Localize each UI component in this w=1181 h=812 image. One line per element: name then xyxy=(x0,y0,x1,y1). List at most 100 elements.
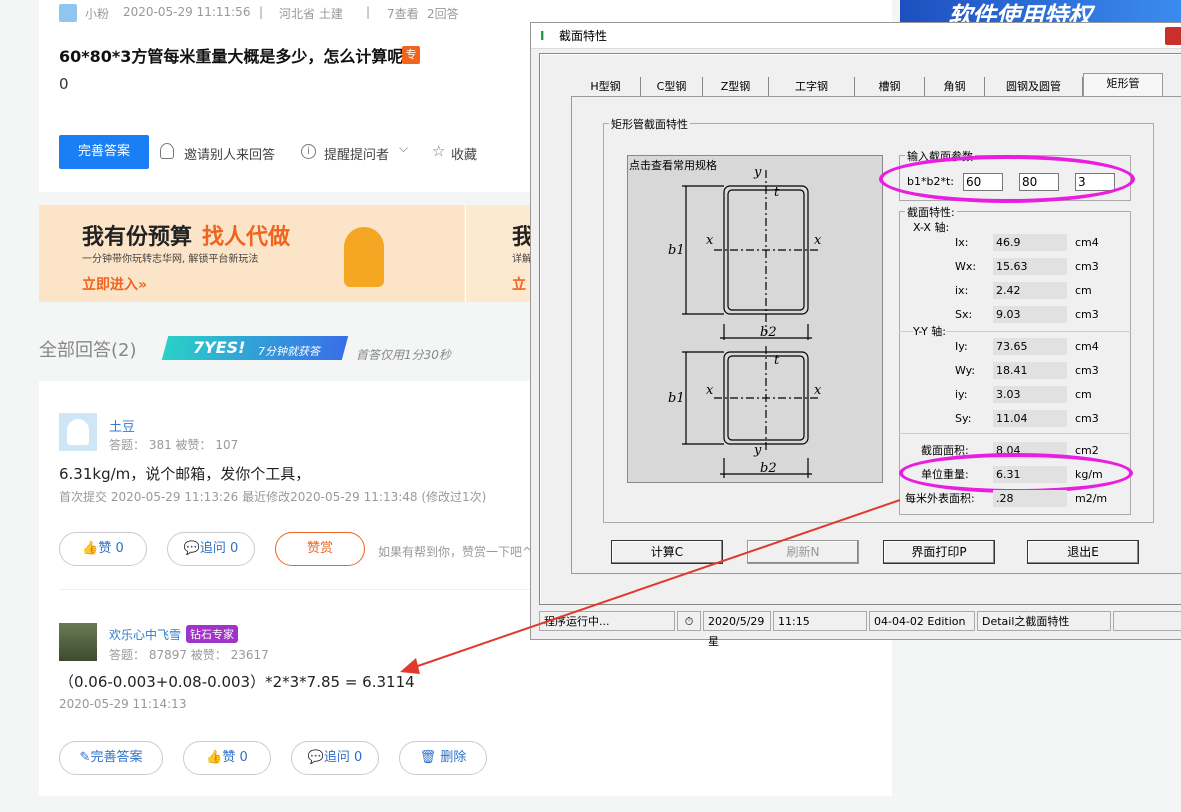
avatar xyxy=(59,623,97,661)
x-prop-value: 46.9 xyxy=(993,234,1067,251)
close-button[interactable] xyxy=(1165,27,1181,45)
x-prop-value: 15.63 xyxy=(993,258,1067,275)
x-prop-label: Ix: xyxy=(955,236,969,249)
banner2-sub: 详解 xyxy=(512,254,532,265)
reward-hint: 如果有帮到你，赞赏一下吧^ xyxy=(378,545,533,559)
y-prop-value: 18.41 xyxy=(993,362,1067,379)
tab-c-steel[interactable]: C型钢 xyxy=(641,77,703,97)
answer-date: 2020-05-29 11:14:13 xyxy=(59,697,187,711)
axis-y-label: y xyxy=(753,443,762,458)
status-time: 11:15 xyxy=(773,611,867,631)
dim-b2-label: b2 xyxy=(760,325,777,340)
edit-icon: ✎ xyxy=(79,750,91,765)
x-prop-value: 2.42 xyxy=(993,282,1067,299)
question-location: 河北省 土建 xyxy=(279,7,343,21)
divider xyxy=(899,433,1131,434)
y-prop-label: Sy: xyxy=(955,412,972,425)
highlight-ellipse xyxy=(879,155,1135,203)
remind-link[interactable]: 提醒提问者 xyxy=(324,144,389,163)
avatar xyxy=(59,4,77,22)
like-button[interactable]: 👍赞 0 xyxy=(59,532,147,566)
question-tag: 专 xyxy=(402,46,420,64)
answerer-name[interactable]: 欢乐心中飞雪 xyxy=(109,626,181,643)
question-views: 7查看 xyxy=(387,7,419,21)
answer-text: 6.31kg/m，说个邮箱，发你个工具， xyxy=(59,465,311,483)
info-icon: i xyxy=(301,144,316,159)
highlight-ellipse xyxy=(899,453,1133,493)
answerer-name[interactable]: 土豆 xyxy=(109,416,135,435)
collect-link[interactable]: 收藏 xyxy=(451,144,477,163)
banner-title-a: 我有份预算 xyxy=(82,225,193,250)
rect-tube-drawing: y x x b1 b2 t x x b1 y b2 t xyxy=(668,165,822,478)
refresh-button[interactable]: 刷新N xyxy=(747,540,859,564)
tab-i-beam[interactable]: 工字钢 xyxy=(769,77,855,97)
dim-t-label: t xyxy=(774,353,780,368)
dialog-titlebar: I 截面特性 xyxy=(531,23,1181,49)
answerer-stats: 答题： 381 被赞： 107 xyxy=(109,438,239,452)
divider: | xyxy=(366,5,371,19)
answers-title: 全部回答(2) xyxy=(39,340,137,361)
invite-link[interactable]: 邀请别人来回答 xyxy=(184,144,275,163)
follow-up-button[interactable]: 💬追问 0 xyxy=(167,532,255,566)
print-button[interactable]: 界面打印P xyxy=(883,540,995,564)
y-prop-unit: cm3 xyxy=(1075,412,1099,425)
axis-y-label: y xyxy=(753,165,762,180)
tab-angle[interactable]: 角钢 xyxy=(925,77,985,97)
delete-button[interactable]: 🗑 删除 xyxy=(399,741,487,775)
tab-h-steel[interactable]: H型钢 xyxy=(571,77,641,97)
improve-answer-button[interactable]: ✎完善答案 xyxy=(59,741,163,775)
xx-axis-label: X-X 轴: xyxy=(913,221,950,234)
expert-badge: 钻石专家 xyxy=(186,625,238,643)
dialog-title: 截面特性 xyxy=(559,29,608,43)
props-group-title: 截面特性: xyxy=(905,204,957,220)
status-empty xyxy=(1113,611,1181,631)
trash-icon: 🗑 xyxy=(419,750,437,765)
question-answers-count: 2回答 xyxy=(427,7,459,21)
banner-title-b: 找人代做 xyxy=(202,225,291,250)
reward-button[interactable]: 赞赏 xyxy=(275,532,365,566)
dim-b1-label: b1 xyxy=(668,391,685,406)
exit-button[interactable]: 退出E xyxy=(1027,540,1139,564)
banner-cta[interactable]: 立即进入» xyxy=(82,274,147,294)
status-date: 2020/5/29星 xyxy=(703,611,771,648)
first-answer-note: 首答仅用1分30秒 xyxy=(356,348,451,362)
tab-channel[interactable]: 槽钢 xyxy=(855,77,925,97)
comment-icon: 💬 xyxy=(307,750,324,765)
banner2-cta: 立 xyxy=(512,277,526,293)
user-icon xyxy=(160,143,174,159)
calculate-button[interactable]: 计算C xyxy=(611,540,723,564)
answerer-stats: 答题： 87897 被赞： 23617 xyxy=(109,648,269,662)
x-prop-label: ix: xyxy=(955,284,969,297)
y-prop-unit: cm3 xyxy=(1075,364,1099,377)
surface-value: .28 xyxy=(993,490,1067,507)
clock-icon: ⏱ xyxy=(677,611,701,631)
like-button[interactable]: 👍赞 0 xyxy=(183,741,271,775)
tab-rect-tube[interactable]: 矩形管 xyxy=(1083,73,1163,97)
banner-divider xyxy=(465,205,466,302)
x-prop-unit: cm xyxy=(1075,284,1092,297)
improve-answer-button[interactable]: 完善答案 xyxy=(59,135,149,169)
yy-axis-label: Y-Y 轴: xyxy=(913,323,946,340)
thumbs-up-icon: 👍 xyxy=(206,750,223,765)
surface-label: 每米外表面积: xyxy=(905,492,975,505)
dim-t-label: t xyxy=(774,185,780,200)
dim-b2-label: b2 xyxy=(760,461,777,476)
app-icon: I xyxy=(540,29,545,43)
question-author[interactable]: 小粉 xyxy=(85,5,109,22)
y-prop-unit: cm4 xyxy=(1075,340,1099,353)
avatar xyxy=(59,413,97,451)
chevron-down-icon: ⌵ xyxy=(399,141,409,155)
y-prop-label: iy: xyxy=(955,388,968,401)
dim-b1-label: b1 xyxy=(668,243,685,258)
tab-z-steel[interactable]: Z型钢 xyxy=(703,77,769,97)
y-prop-label: Wy: xyxy=(955,364,976,377)
group-title: 矩形管截面特性 xyxy=(609,116,690,132)
tab-round-pipe[interactable]: 圆钢及圆管 xyxy=(985,77,1083,97)
section-diagram[interactable]: 点击查看常用规格 y x x b1 b2 t x x b1 y b2 t xyxy=(627,155,883,483)
divider: | xyxy=(259,5,264,19)
axis-x-label: x xyxy=(814,233,822,248)
follow-up-button[interactable]: 💬追问 0 xyxy=(291,741,379,775)
x-prop-value: 9.03 xyxy=(993,306,1067,323)
answer-text: （0.06-0.003+0.08-0.003）*2*3*7.85 = 6.311… xyxy=(59,673,415,691)
speed-badge xyxy=(161,336,349,360)
